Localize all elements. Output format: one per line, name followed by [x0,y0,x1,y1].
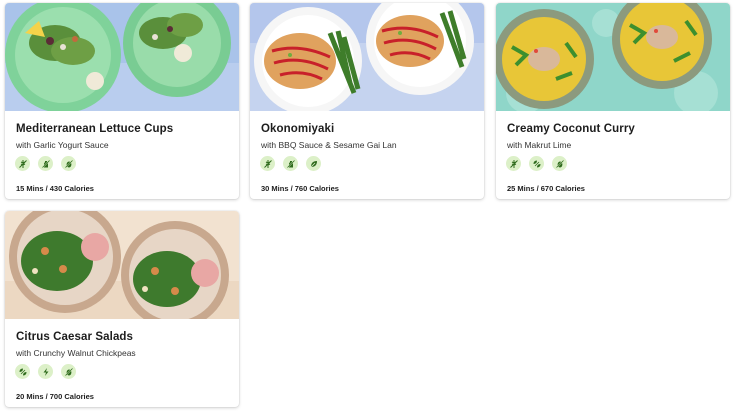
vegan-icon [15,364,30,379]
recipe-card-citrus-caesar-salads[interactable]: Citrus Caesar Salads with Crunchy Walnut… [5,211,239,407]
no-gluten-icon [506,156,521,171]
vegan-icon [529,156,544,171]
recipe-subtitle: with BBQ Sauce & Sesame Gai Lan [261,140,397,150]
recipe-time-calories: 15 Mins / 430 Calories [16,184,94,193]
recipe-card-creamy-coconut-curry[interactable]: Creamy Coconut Curry with Makrut Lime 25… [496,3,730,199]
no-dairy-icon [283,156,298,171]
no-dairy-icon [38,156,53,171]
dietary-tags [15,156,76,172]
recipe-card-mediterranean-lettuce-cups[interactable]: Mediterranean Lettuce Cups with Garlic Y… [5,3,239,199]
dietary-tags [506,156,567,172]
recipe-subtitle: with Crunchy Walnut Chickpeas [16,348,136,358]
no-nuts-icon [552,156,567,171]
dietary-tags [15,364,76,380]
recipe-image[interactable] [250,3,484,111]
recipe-title[interactable]: Okonomiyaki [261,123,334,135]
recipe-image[interactable] [496,3,730,111]
recipe-card-okonomiyaki[interactable]: Okonomiyaki with BBQ Sauce & Sesame Gai … [250,3,484,199]
recipe-time-calories: 25 Mins / 670 Calories [507,184,585,193]
no-gluten-icon [15,156,30,171]
recipe-image[interactable] [5,3,239,111]
quick-prep-icon [38,364,53,379]
recipe-subtitle: with Makrut Lime [507,140,572,150]
no-nuts-icon [61,364,76,379]
recipe-title[interactable]: Citrus Caesar Salads [16,331,133,343]
no-gluten-icon [260,156,275,171]
dietary-tags [260,156,321,172]
recipe-image[interactable] [5,211,239,319]
vegetarian-icon [306,156,321,171]
recipe-title[interactable]: Creamy Coconut Curry [507,123,635,135]
recipe-time-calories: 30 Mins / 760 Calories [261,184,339,193]
no-nuts-icon [61,156,76,171]
recipe-time-calories: 20 Mins / 700 Calories [16,392,94,401]
recipe-title[interactable]: Mediterranean Lettuce Cups [16,123,173,135]
recipe-subtitle: with Garlic Yogurt Sauce [16,140,109,150]
